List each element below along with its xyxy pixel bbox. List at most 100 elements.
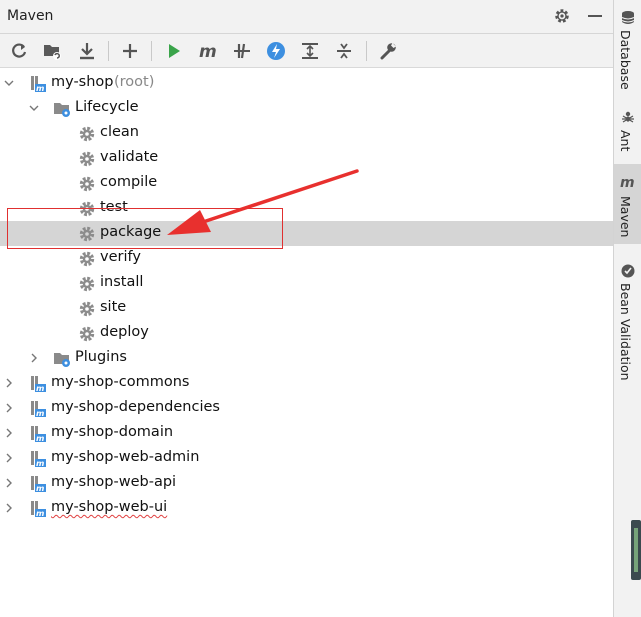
side-tab-label: Maven bbox=[618, 196, 633, 238]
module-name: my-shop-web-api bbox=[51, 474, 177, 490]
goal-label: deploy bbox=[100, 324, 149, 340]
maven-m-icon: m bbox=[620, 175, 635, 190]
goal-label: install bbox=[100, 274, 144, 290]
tree-node-module[interactable]: m my-shop-web-ui bbox=[0, 496, 613, 521]
folder-sync-icon[interactable] bbox=[42, 41, 62, 61]
maven-m-icon[interactable]: m bbox=[198, 41, 218, 61]
maven-module-icon: m bbox=[31, 76, 46, 93]
side-tab-bean-validation[interactable]: Bean Validation bbox=[614, 255, 641, 385]
goal-label: clean bbox=[100, 124, 139, 140]
side-tab-label: Ant bbox=[618, 130, 633, 152]
toolbar-separator bbox=[366, 41, 367, 61]
module-name: my-shop-domain bbox=[51, 424, 174, 440]
tree-node-root-project[interactable]: m my-shop (root) bbox=[0, 71, 613, 96]
module-name: my-shop-web-ui bbox=[51, 499, 168, 515]
maven-toolbar: m bbox=[0, 34, 613, 68]
maven-module-icon: m bbox=[31, 376, 46, 393]
chevron-down-icon[interactable] bbox=[29, 103, 39, 113]
plus-icon[interactable] bbox=[120, 41, 140, 61]
lifecycle-goal-compile[interactable]: compile bbox=[0, 171, 613, 196]
chevron-right-icon[interactable] bbox=[4, 478, 14, 488]
ant-icon bbox=[622, 111, 634, 123]
tree-node-module[interactable]: m my-shop-domain bbox=[0, 421, 613, 446]
chevron-right-icon[interactable] bbox=[4, 403, 14, 413]
gear-icon bbox=[79, 176, 95, 192]
svg-text:m: m bbox=[36, 484, 44, 493]
lifecycle-goal-clean[interactable]: clean bbox=[0, 121, 613, 146]
module-name: my-shop-web-admin bbox=[51, 449, 200, 465]
gear-icon bbox=[79, 326, 95, 342]
tree-node-module[interactable]: m my-shop-commons bbox=[0, 371, 613, 396]
goal-label: site bbox=[100, 299, 127, 315]
lifecycle-label: Lifecycle bbox=[75, 99, 139, 115]
gear-icon[interactable] bbox=[553, 7, 571, 25]
lightning-icon[interactable] bbox=[266, 41, 286, 61]
lifecycle-folder-icon bbox=[54, 103, 70, 117]
gear-icon bbox=[79, 151, 95, 167]
tree-node-plugins[interactable]: Plugins bbox=[0, 346, 613, 371]
maven-module-icon: m bbox=[31, 476, 46, 493]
gear-icon bbox=[79, 276, 95, 292]
collapse-icon[interactable] bbox=[334, 41, 354, 61]
side-tab-maven[interactable]: m Maven bbox=[614, 164, 641, 244]
gear-icon bbox=[79, 251, 95, 267]
lifecycle-goal-install[interactable]: install bbox=[0, 271, 613, 296]
gear-icon bbox=[79, 301, 95, 317]
chevron-right-icon[interactable] bbox=[4, 453, 14, 463]
download-icon[interactable] bbox=[77, 41, 97, 61]
svg-text:m: m bbox=[36, 459, 44, 468]
svg-text:m: m bbox=[36, 409, 44, 418]
lifecycle-goal-verify[interactable]: verify bbox=[0, 246, 613, 271]
goal-label: verify bbox=[100, 249, 141, 265]
minimize-icon[interactable] bbox=[588, 15, 602, 17]
maven-module-icon: m bbox=[31, 401, 46, 418]
maven-module-icon: m bbox=[31, 501, 46, 518]
expand-icon[interactable] bbox=[300, 41, 320, 61]
svg-text:m: m bbox=[36, 434, 44, 443]
module-name: my-shop-dependencies bbox=[51, 399, 220, 415]
project-name: my-shop bbox=[51, 74, 114, 90]
tree-node-module[interactable]: m my-shop-dependencies bbox=[0, 396, 613, 421]
svg-text:m: m bbox=[36, 384, 44, 393]
chevron-right-icon[interactable] bbox=[4, 428, 14, 438]
lifecycle-goal-deploy[interactable]: deploy bbox=[0, 321, 613, 346]
side-tab-label: Database bbox=[618, 30, 633, 90]
offline-icon[interactable] bbox=[232, 41, 252, 61]
svg-text:m: m bbox=[36, 509, 44, 518]
root-suffix: (root) bbox=[114, 74, 155, 90]
lifecycle-goal-validate[interactable]: validate bbox=[0, 146, 613, 171]
refresh-icon[interactable] bbox=[9, 41, 29, 61]
toolbar-separator bbox=[108, 41, 109, 61]
plugins-folder-icon bbox=[54, 353, 70, 367]
lifecycle-goal-site[interactable]: site bbox=[0, 296, 613, 321]
chevron-right-icon[interactable] bbox=[29, 353, 39, 363]
database-icon bbox=[621, 11, 635, 24]
tree-node-module[interactable]: m my-shop-web-admin bbox=[0, 446, 613, 471]
annotation-highlight-box bbox=[7, 208, 283, 249]
wrench-icon[interactable] bbox=[378, 41, 398, 61]
bean-validation-icon bbox=[621, 264, 635, 278]
chevron-right-icon[interactable] bbox=[4, 503, 14, 513]
play-icon[interactable] bbox=[164, 41, 184, 61]
goal-label: compile bbox=[100, 174, 158, 190]
maven-module-icon: m bbox=[31, 426, 46, 443]
panel-title: Maven bbox=[7, 8, 54, 24]
svg-text:m: m bbox=[620, 175, 635, 190]
goal-label: validate bbox=[100, 149, 159, 165]
chevron-right-icon[interactable] bbox=[4, 378, 14, 388]
scrollbar-thumb[interactable] bbox=[631, 520, 641, 580]
svg-text:m: m bbox=[199, 42, 217, 61]
side-tab-label: Bean Validation bbox=[618, 283, 633, 381]
scrollbar-grip bbox=[634, 528, 638, 572]
toolbar-separator bbox=[151, 41, 152, 61]
side-tab-ant[interactable]: Ant bbox=[614, 102, 641, 162]
side-tab-database[interactable]: Database bbox=[614, 0, 641, 100]
gear-icon bbox=[79, 126, 95, 142]
tree-node-module[interactable]: m my-shop-web-api bbox=[0, 471, 613, 496]
maven-module-icon: m bbox=[31, 451, 46, 468]
tree-node-lifecycle[interactable]: Lifecycle bbox=[0, 96, 613, 121]
plugins-label: Plugins bbox=[75, 349, 127, 365]
module-name: my-shop-commons bbox=[51, 374, 190, 390]
maven-tool-window-header: Maven bbox=[0, 0, 613, 34]
chevron-down-icon[interactable] bbox=[4, 78, 14, 88]
